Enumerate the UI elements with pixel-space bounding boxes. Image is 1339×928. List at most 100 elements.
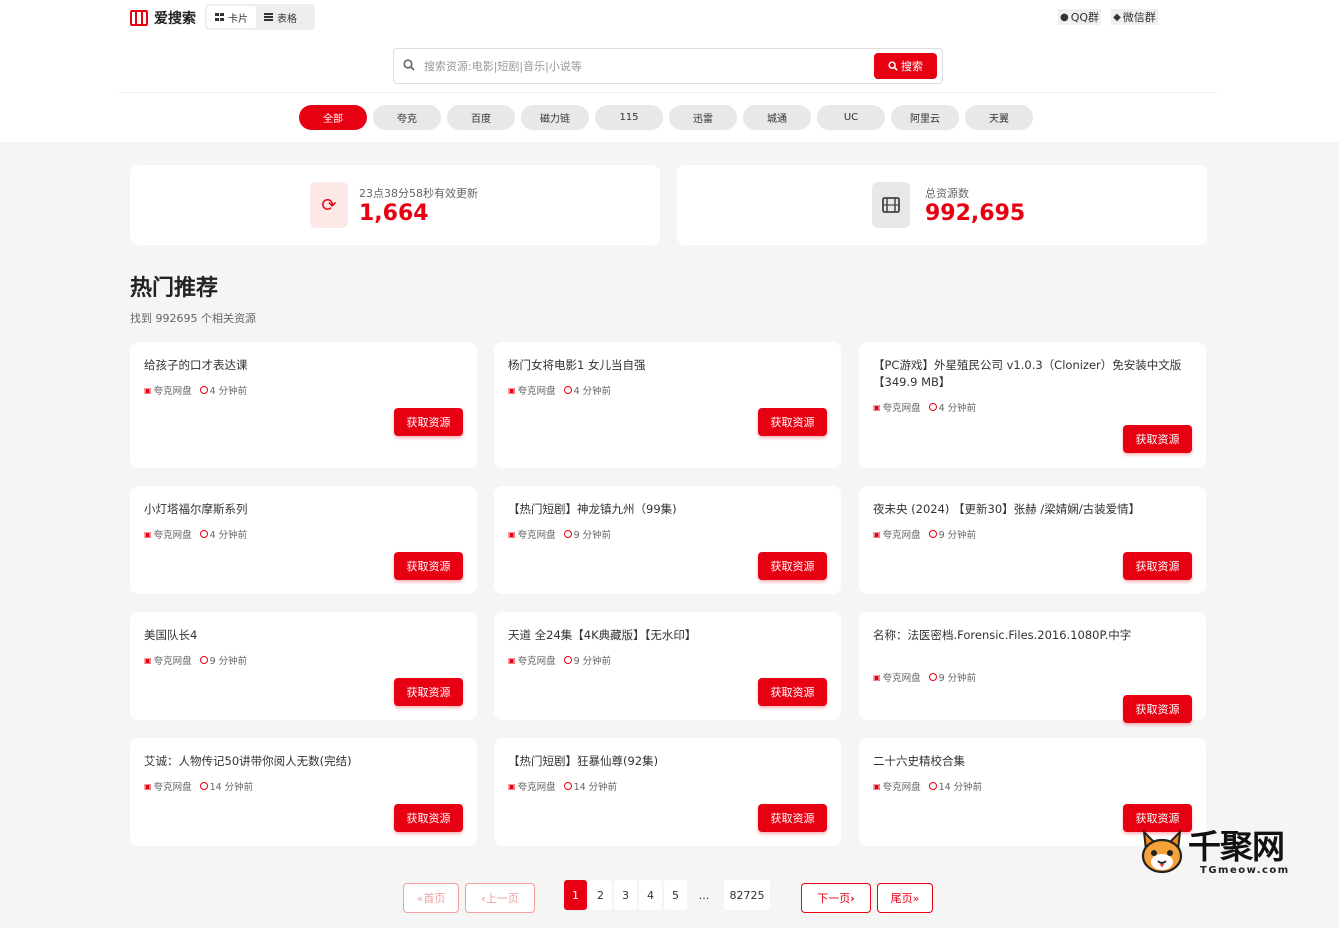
resource-title[interactable]: 给孩子的口才表达课 (144, 357, 463, 374)
category-tab[interactable]: 天翼 (965, 105, 1033, 130)
qq-group-link[interactable]: ● QQ群 (1058, 9, 1102, 25)
refresh-icon: ⟳ (310, 182, 348, 228)
resource-time: 4 分钟前 (199, 527, 248, 541)
prev-page-label: 上一页 (485, 892, 519, 905)
clock-icon (928, 403, 937, 411)
logo[interactable]: 爱搜索 (130, 8, 196, 28)
last-page-number[interactable]: 82725 (724, 880, 770, 910)
page-number[interactable]: 1 (564, 880, 587, 910)
resource-title[interactable]: 小灯塔福尔摩斯系列 (144, 501, 463, 518)
page-number[interactable]: 5 (664, 880, 687, 910)
resource-title[interactable]: 【热门短剧】狂暴仙尊(92集) (508, 753, 827, 770)
resource-source: ▣ 夸克网盘 (873, 779, 921, 794)
category-tab[interactable]: 迅雷 (669, 105, 737, 130)
category-tab[interactable]: 磁力链 (521, 105, 589, 130)
clock-icon (199, 386, 208, 394)
resource-source: ▣ 夸克网盘 (873, 670, 921, 685)
resource-meta: ▣ 夸克网盘 4 分钟前 (873, 400, 976, 415)
get-resource-button[interactable]: 获取资源 (1123, 552, 1192, 580)
card-view-button[interactable]: 卡片 (207, 6, 256, 28)
resource-time-label: 4 分钟前 (209, 386, 248, 397)
wechat-group-link[interactable]: ◆ 微信群 (1111, 9, 1158, 25)
resource-title[interactable]: 天道 全24集【4K典藏版】【无水印】 (508, 627, 827, 644)
first-page-button[interactable]: «首页 (403, 883, 459, 913)
resource-card: 【PC游戏】外星殖民公司 v1.0.3（Clonizer）免安装中文版【349.… (859, 342, 1206, 468)
resource-title[interactable]: 杨门女将电影1 女儿当自强 (508, 357, 827, 374)
film-icon (872, 182, 910, 228)
get-resource-button[interactable]: 获取资源 (758, 552, 827, 580)
chevron-right-icon: › (850, 891, 855, 905)
resource-source-label: 夸克网盘 (517, 782, 556, 793)
resource-meta: ▣ 夸克网盘 9 分钟前 (508, 653, 611, 668)
page-number[interactable]: 2 (589, 880, 612, 910)
resource-title[interactable]: 美国队长4 (144, 627, 463, 644)
search-button-icon (888, 61, 898, 71)
search-input[interactable] (424, 59, 942, 73)
get-resource-button[interactable]: 获取资源 (394, 408, 463, 436)
header: 爱搜索 卡片 表格 ● QQ群 ◆ 微信群 搜索 全部夸克百度磁力链 (0, 0, 1339, 142)
resource-card: 夜未央 (2024) 【更新30】张赫 /梁婧娴/古装爱情】 ▣ 夸克网盘 9 分钟前… (859, 486, 1206, 594)
resource-title[interactable]: 【PC游戏】外星殖民公司 v1.0.3（Clonizer）免安装中文版【349.… (873, 357, 1192, 391)
clock-icon (563, 782, 572, 790)
category-tab[interactable]: 城通 (743, 105, 811, 130)
resource-title[interactable]: 名称：法医密档.Forensic.Files.2016.1080P.中字 (873, 627, 1192, 644)
top-links: ● QQ群 ◆ 微信群 (1058, 9, 1158, 25)
resource-title[interactable]: 二十六史精校合集 (873, 753, 1192, 770)
category-tab[interactable]: 115 (595, 105, 663, 130)
get-resource-button[interactable]: 获取资源 (394, 804, 463, 832)
get-resource-button[interactable]: 获取资源 (394, 552, 463, 580)
clock-icon (199, 530, 208, 538)
stat-total-card: 总资源数 992,695 (677, 165, 1207, 245)
category-tab[interactable]: 全部 (299, 105, 367, 130)
resource-title[interactable]: 【热门短剧】神龙镇九州（99集) (508, 501, 827, 518)
wechat-icon: ◆ (1113, 11, 1121, 23)
qq-icon: ● (1060, 11, 1069, 23)
pagination-ellipsis: ... (698, 888, 710, 902)
resource-card: 艾诚：人物传记50讲带你阅人无数(完结) ▣ 夸克网盘 14 分钟前 获取资源 (130, 738, 477, 846)
prev-page-button[interactable]: ‹ 上一页 (465, 883, 535, 913)
category-tab[interactable]: 百度 (447, 105, 515, 130)
category-tab[interactable]: 阿里云 (891, 105, 959, 130)
get-resource-button[interactable]: 获取资源 (758, 408, 827, 436)
stat-updated-value: 1,664 (359, 201, 429, 226)
resource-time-label: 14 分钟前 (209, 782, 254, 793)
database-icon: ▣ (144, 385, 152, 395)
get-resource-button[interactable]: 获取资源 (1123, 695, 1192, 723)
table-view-button[interactable]: 表格 (256, 6, 305, 28)
resource-source-label: 夸克网盘 (153, 530, 192, 541)
resource-card: 小灯塔福尔摩斯系列 ▣ 夸克网盘 4 分钟前获取资源 (130, 486, 477, 594)
page-number[interactable]: 4 (639, 880, 662, 910)
resource-source: ▣ 夸克网盘 (873, 527, 921, 542)
database-icon: ▣ (508, 385, 516, 395)
resource-source: ▣ 夸克网盘 (144, 383, 192, 398)
resource-time-label: 9 分钟前 (573, 530, 612, 541)
database-icon: ▣ (508, 781, 516, 791)
resource-source-label: 夸克网盘 (882, 673, 921, 684)
resource-meta: ▣ 夸克网盘 9 分钟前 (873, 527, 976, 542)
resource-source-label: 夸克网盘 (882, 530, 921, 541)
database-icon: ▣ (508, 529, 516, 539)
resource-meta: ▣ 夸克网盘 14 分钟前 (873, 779, 982, 794)
category-tab[interactable]: 夸克 (373, 105, 441, 130)
resource-title[interactable]: 艾诚：人物传记50讲带你阅人无数(完结) (144, 753, 463, 770)
resource-meta: ▣ 夸克网盘 9 分钟前 (144, 653, 247, 668)
search-bar: 搜索 (393, 48, 943, 84)
next-page-button[interactable]: 下一页 › (801, 883, 871, 913)
get-resource-button[interactable]: 获取资源 (758, 678, 827, 706)
resource-time-label: 4 分钟前 (209, 530, 248, 541)
resource-source: ▣ 夸克网盘 (508, 653, 556, 668)
end-page-button[interactable]: 尾页» (877, 883, 933, 913)
get-resource-button[interactable]: 获取资源 (1123, 425, 1192, 453)
page-number[interactable]: 3 (614, 880, 637, 910)
resource-title[interactable]: 夜未央 (2024) 【更新30】张赫 /梁婧娴/古装爱情】 (873, 501, 1192, 518)
resource-source-label: 夸克网盘 (153, 386, 192, 397)
clock-icon (563, 386, 572, 394)
clock-icon (928, 782, 937, 790)
get-resource-button[interactable]: 获取资源 (394, 678, 463, 706)
get-resource-button[interactable]: 获取资源 (758, 804, 827, 832)
search-button[interactable]: 搜索 (874, 53, 937, 79)
resource-time: 9 分钟前 (928, 670, 976, 684)
database-icon: ▣ (144, 529, 152, 539)
category-tab[interactable]: UC (817, 105, 885, 130)
resource-source-label: 夸克网盘 (882, 782, 921, 793)
